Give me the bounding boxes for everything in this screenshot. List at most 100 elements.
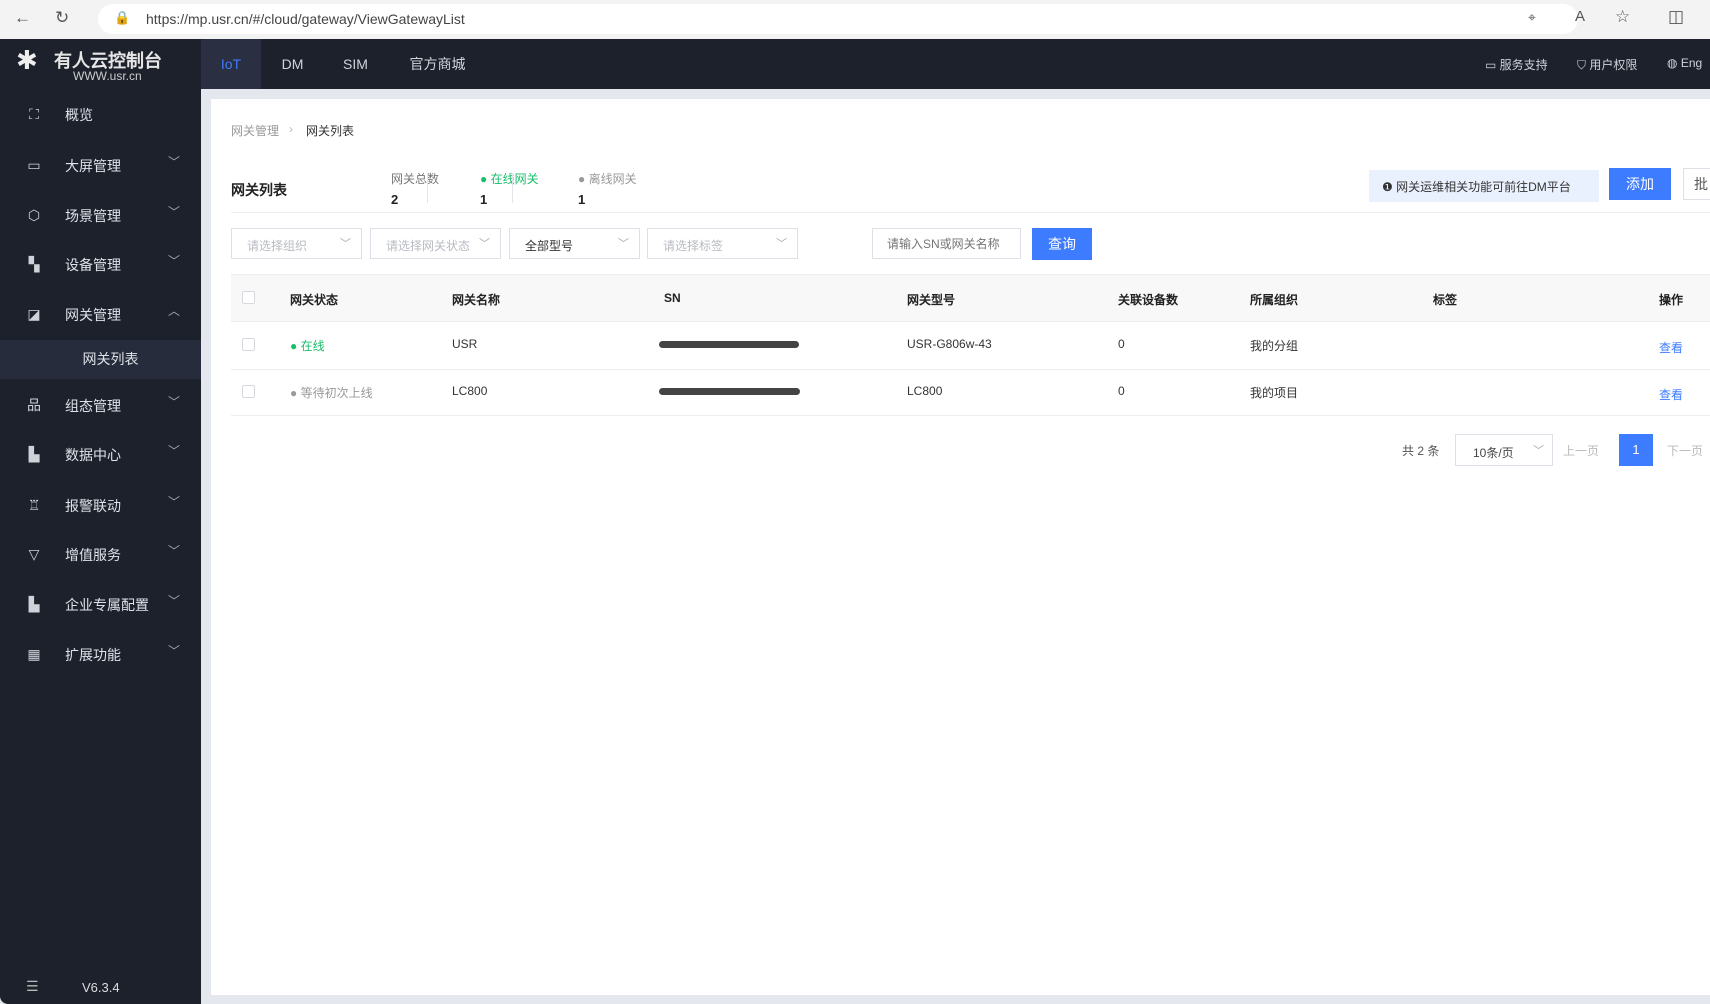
sidebar-item-alarm[interactable]: ♖ 报警联动 ﹀ bbox=[0, 480, 201, 530]
gateway-model: USR-G806w-43 bbox=[907, 337, 992, 351]
stat-offline-value: 1 bbox=[578, 192, 586, 207]
version-label: V6.3.4 bbox=[82, 980, 120, 995]
sidebar-item-bigscreen[interactable]: ▭ 大屏管理 ﹀ bbox=[0, 140, 201, 190]
sidebar-subitem-gateway-list[interactable]: 网关列表 bbox=[0, 340, 201, 379]
select-all-checkbox[interactable] bbox=[242, 291, 255, 304]
sn-redacted bbox=[659, 341, 799, 348]
chevron-down-icon: ﹀ bbox=[340, 238, 351, 250]
query-button[interactable]: 查询 bbox=[1032, 228, 1092, 260]
brand-subtitle: WWW.usr.cn bbox=[73, 69, 142, 83]
stat-total-value: 2 bbox=[391, 192, 399, 207]
sidebar-item-devices[interactable]: ▚ 设备管理 ﹀ bbox=[0, 239, 201, 289]
monitor-icon: ▭ bbox=[27, 157, 41, 173]
focus-icon: ⛶ bbox=[29, 106, 39, 122]
sidebar-item-extensions[interactable]: ▦ 扩展功能 ﹀ bbox=[0, 629, 201, 679]
service-support-link[interactable]: ▭ 服务支持 bbox=[1485, 56, 1548, 73]
chevron-down-icon: ﹀ bbox=[168, 254, 181, 268]
location-icon[interactable]: ⌖ bbox=[1528, 9, 1536, 26]
gateway-name: USR bbox=[452, 337, 478, 351]
bar-chart-icon: ▙ bbox=[28, 446, 40, 462]
model-select[interactable]: 全部型号 ﹀ bbox=[509, 228, 640, 259]
sidebar-item-enterprise[interactable]: ▙ 企业专属配置 ﹀ bbox=[0, 579, 201, 629]
tab-dm[interactable]: DM bbox=[270, 39, 315, 89]
page-size-select[interactable]: 10条/页 ﹀ bbox=[1455, 434, 1553, 466]
view-link[interactable]: 查看 bbox=[1659, 386, 1683, 403]
alarm-icon: ♖ bbox=[27, 497, 41, 513]
split-screen-icon[interactable]: ◫ bbox=[1668, 7, 1684, 27]
col-org: 所属组织 bbox=[1250, 293, 1299, 307]
favorite-star-icon[interactable]: ☆ bbox=[1615, 7, 1630, 27]
tab-sim[interactable]: SIM bbox=[333, 39, 378, 89]
reload-icon[interactable]: ↻ bbox=[55, 8, 69, 28]
page-1-button[interactable]: 1 bbox=[1619, 434, 1653, 466]
row-divider bbox=[231, 369, 1710, 370]
col-status: 网关状态 bbox=[290, 293, 339, 307]
sidebar-item-scene[interactable]: ⬡ 场景管理 ﹀ bbox=[0, 190, 201, 240]
next-page-button[interactable]: 下一页 bbox=[1667, 442, 1703, 459]
add-button[interactable]: 添加 bbox=[1609, 168, 1671, 200]
stat-total-label: 网关总数 bbox=[391, 172, 440, 186]
page-title: 网关列表 bbox=[231, 182, 287, 198]
tab-store[interactable]: 官方商城 bbox=[405, 39, 470, 89]
col-sn: SN bbox=[664, 291, 681, 305]
device-count: 0 bbox=[1118, 337, 1125, 351]
status-select[interactable]: 请选择网关状态 ﹀ bbox=[370, 228, 501, 259]
url-text: https://mp.usr.cn/#/cloud/gateway/ViewGa… bbox=[146, 11, 465, 27]
devices-icon: ▚ bbox=[28, 256, 40, 272]
row-checkbox[interactable] bbox=[242, 385, 255, 398]
sidebar-item-data[interactable]: ▙ 数据中心 ﹀ bbox=[0, 429, 201, 479]
user-permission-link[interactable]: ⛉ 用户权限 bbox=[1577, 56, 1637, 73]
sidebar-item-config[interactable]: 品组态管理 ﹀ bbox=[0, 380, 201, 430]
col-model: 网关型号 bbox=[907, 293, 956, 307]
view-link[interactable]: 查看 bbox=[1659, 339, 1683, 356]
chevron-down-icon: ﹀ bbox=[168, 544, 181, 558]
tag-select[interactable]: 请选择标签 ﹀ bbox=[647, 228, 798, 259]
chevron-down-icon: ﹀ bbox=[168, 644, 181, 658]
tab-iot[interactable]: IoT bbox=[201, 39, 261, 89]
chevron-down-icon: ﹀ bbox=[168, 444, 181, 458]
gateway-icon: ◪ bbox=[27, 306, 41, 322]
chevron-down-icon: ﹀ bbox=[1533, 445, 1544, 457]
shield-icon: ⛉ bbox=[1577, 58, 1590, 72]
globe-icon: ◍ bbox=[1667, 56, 1681, 70]
sn-search-input[interactable] bbox=[872, 228, 1021, 259]
chevron-down-icon: ﹀ bbox=[618, 238, 629, 250]
breadcrumb-separator-icon: › bbox=[289, 122, 293, 136]
breadcrumb-current: 网关列表 bbox=[306, 124, 355, 138]
collapse-menu-icon[interactable]: ☰ bbox=[26, 978, 39, 995]
lock-icon: 🔒 bbox=[114, 10, 131, 25]
sidebar-item-overview[interactable]: ⛶ 概览 bbox=[0, 89, 201, 139]
col-name: 网关名称 bbox=[452, 293, 501, 307]
diamond-icon: ▽ bbox=[28, 546, 40, 562]
divider bbox=[231, 212, 1710, 213]
device-count: 0 bbox=[1118, 384, 1125, 398]
read-aloud-icon[interactable]: A bbox=[1575, 8, 1585, 25]
dm-platform-notice-text[interactable]: ❶ 网关运维相关功能可前往DM平台 bbox=[1382, 178, 1571, 195]
building-icon: ▙ bbox=[28, 596, 40, 612]
org: 我的项目 bbox=[1250, 386, 1299, 400]
status-badge: ● 在线 bbox=[290, 339, 325, 353]
sidebar-item-value-added[interactable]: ▽ 增值服务 ﹀ bbox=[0, 529, 201, 579]
chevron-down-icon: ﹀ bbox=[168, 594, 181, 608]
batch-button[interactable]: 批 bbox=[1683, 168, 1710, 200]
back-icon[interactable]: ← bbox=[14, 8, 31, 28]
address-bar[interactable]: 🔒 https://mp.usr.cn/#/cloud/gateway/View… bbox=[98, 4, 1578, 34]
gateway-model: LC800 bbox=[907, 384, 943, 398]
chat-icon: ▭ bbox=[1485, 58, 1500, 72]
stat-offline-label: ● 离线网关 bbox=[578, 172, 637, 186]
stat-online-label: ● 在线网关 bbox=[480, 172, 539, 186]
language-link[interactable]: ◍ Eng bbox=[1667, 56, 1702, 70]
sidebar-item-gateway[interactable]: ◪ 网关管理 ︿ bbox=[0, 289, 201, 339]
row-divider bbox=[231, 415, 1710, 416]
chevron-down-icon: ﹀ bbox=[776, 238, 787, 250]
org-select[interactable]: 请选择组织 ﹀ bbox=[231, 228, 362, 259]
col-devices: 关联设备数 bbox=[1118, 293, 1179, 307]
sn-redacted bbox=[659, 388, 800, 395]
breadcrumb-parent[interactable]: 网关管理 bbox=[231, 122, 279, 139]
row-checkbox[interactable] bbox=[242, 338, 255, 351]
divider bbox=[427, 173, 428, 203]
cube-icon: ⬡ bbox=[27, 207, 41, 223]
info-icon: ❶ bbox=[1382, 180, 1397, 194]
logo-icon: ✱ bbox=[16, 45, 38, 75]
prev-page-button[interactable]: 上一页 bbox=[1563, 442, 1599, 459]
